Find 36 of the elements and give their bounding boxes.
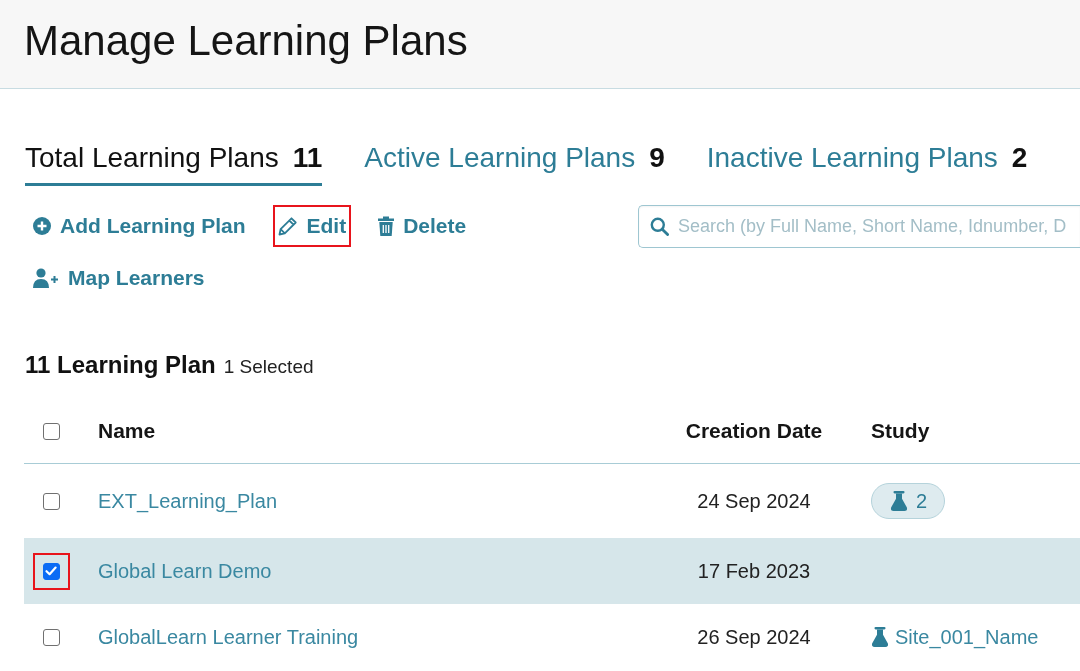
map-action-button[interactable]: Map Learners [28,257,210,299]
selected-count: 1 Selected [223,355,314,379]
date-cell: 26 Sep 2024 [697,625,811,649]
plan-name-link[interactable]: GlobalLearn Learner Training [98,625,359,649]
plus-circle-icon [33,217,51,235]
table-row[interactable]: EXT_Learning_Plan 24 Sep 2024 2 [24,464,1080,538]
selected-row[interactable]: Global Learn Demo 17 Feb 2023 [24,538,1080,604]
plan-name-link[interactable]: Global Learn Demo [98,559,272,583]
add-action-button[interactable]: Add Learning Plan [28,205,251,247]
date-cell: 24 Sep 2024 [697,489,811,513]
edit-action-button[interactable]: Edit [272,205,352,247]
study-link[interactable]: Site_001_Name [871,625,1039,649]
flask-icon [871,627,889,647]
trash-icon [378,216,395,236]
date-cell: 17 Feb 2023 [697,559,811,583]
plan-count: 11 Learning Plan [25,351,216,379]
page-title: Manage Learning Plans [24,16,468,66]
plan-name-link[interactable]: EXT_Learning_Plan [98,489,277,513]
search-icon [650,217,669,236]
flask-icon [890,491,908,511]
delete-action-button[interactable]: Delete [373,205,472,247]
column-header: Name [98,419,156,442]
pencil-icon [277,216,298,236]
search-field[interactable]: Search (by Full Name, Short Name, Idnumber, D [638,205,1080,248]
checkbox[interactable] [43,492,60,510]
tab[interactable]: Active Learning Plans 9 [364,142,665,186]
checkbox[interactable] [43,562,60,580]
table-row[interactable]: GlobalLearn Learner Training 26 Sep 2024 Site_001_Name [24,604,1080,670]
column-header: Creation Date [685,419,823,442]
column-header: Study [871,419,930,443]
checkbox[interactable] [43,422,60,440]
checkbox[interactable] [43,628,60,646]
study-count-badge[interactable]: 2 [871,483,946,519]
tab[interactable]: Total Learning Plans 11 [25,142,323,186]
tab[interactable]: Inactive Learning Plans 2 [706,142,1028,186]
user-plus-icon [33,268,59,288]
